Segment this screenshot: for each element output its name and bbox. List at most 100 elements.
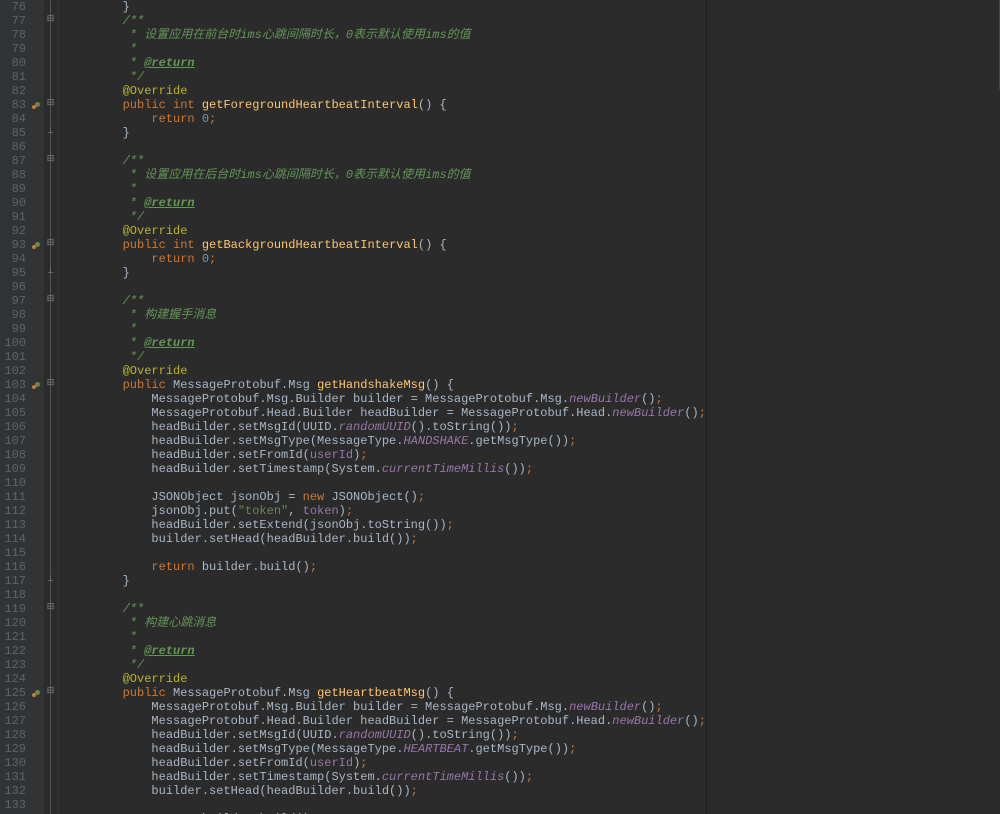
line-number[interactable]: 101	[0, 350, 26, 364]
code-line[interactable]: /**	[65, 14, 706, 28]
code-line[interactable]: */	[65, 210, 706, 224]
line-number[interactable]: 91	[0, 210, 26, 224]
code-line[interactable]: *	[65, 42, 706, 56]
line-number[interactable]: 105	[0, 406, 26, 420]
code-editor[interactable]: 7677787980818283848586878889909192939495…	[0, 0, 1000, 814]
code-line[interactable]: @Override	[65, 84, 706, 98]
line-number[interactable]: 121	[0, 630, 26, 644]
fold-collapse-icon[interactable]	[45, 295, 56, 306]
fold-collapse-icon[interactable]	[45, 99, 56, 110]
code-line[interactable]: return builder.build();	[65, 560, 706, 574]
line-number[interactable]: 110	[0, 476, 26, 490]
line-number[interactable]: 89	[0, 182, 26, 196]
line-number[interactable]: 80	[0, 56, 26, 70]
code-line[interactable]: *	[65, 322, 706, 336]
line-number[interactable]: 98	[0, 308, 26, 322]
code-line[interactable]: public int getForegroundHeartbeatInterva…	[65, 98, 706, 112]
line-number[interactable]: 102	[0, 364, 26, 378]
code-line[interactable]	[65, 588, 706, 602]
line-number[interactable]: 81	[0, 70, 26, 84]
line-number[interactable]: 99	[0, 322, 26, 336]
code-line[interactable]: /**	[65, 602, 706, 616]
code-line[interactable]: * @return	[65, 336, 706, 350]
line-number[interactable]: 119	[0, 602, 26, 616]
line-number[interactable]: 130	[0, 756, 26, 770]
code-line[interactable]: */	[65, 350, 706, 364]
code-line[interactable]: MessageProtobuf.Msg.Builder builder = Me…	[65, 700, 706, 714]
code-line[interactable]: */	[65, 70, 706, 84]
line-number[interactable]: 88	[0, 168, 26, 182]
code-line[interactable]: }	[65, 266, 706, 280]
fold-collapse-icon[interactable]	[45, 155, 56, 166]
fold-end-icon[interactable]	[45, 575, 56, 586]
code-line[interactable]: * 设置应用在后台时ims心跳间隔时长，0表示默认使用ims的值	[65, 168, 706, 182]
line-number[interactable]: 90	[0, 196, 26, 210]
line-number[interactable]: 115	[0, 546, 26, 560]
code-line[interactable]: public MessageProtobuf.Msg getHeartbeatM…	[65, 686, 706, 700]
line-number[interactable]: 93	[0, 238, 26, 252]
code-line[interactable]: * @return	[65, 196, 706, 210]
code-line[interactable]: return 0;	[65, 252, 706, 266]
gutter-marker-column[interactable]	[30, 0, 44, 814]
line-number[interactable]: 104	[0, 392, 26, 406]
code-line[interactable]: jsonObj.put("token", token);	[65, 504, 706, 518]
line-number[interactable]: 116	[0, 560, 26, 574]
code-line[interactable]: headBuilder.setTimestamp(System.currentT…	[65, 770, 706, 784]
line-number[interactable]: 96	[0, 280, 26, 294]
override-gutter-icon[interactable]	[32, 380, 42, 390]
line-number[interactable]: 87	[0, 154, 26, 168]
line-number[interactable]: 113	[0, 518, 26, 532]
line-number[interactable]: 82	[0, 84, 26, 98]
line-number[interactable]: 122	[0, 644, 26, 658]
fold-column[interactable]	[44, 0, 59, 814]
code-line[interactable]	[65, 280, 706, 294]
code-line[interactable]: *	[65, 182, 706, 196]
line-number[interactable]: 78	[0, 28, 26, 42]
code-line[interactable]: JSONObject jsonObj = new JSONObject();	[65, 490, 706, 504]
override-gutter-icon[interactable]	[32, 688, 42, 698]
code-line[interactable]: /**	[65, 154, 706, 168]
line-number[interactable]: 117	[0, 574, 26, 588]
line-number[interactable]: 127	[0, 714, 26, 728]
code-line[interactable]: MessageProtobuf.Msg.Builder builder = Me…	[65, 392, 706, 406]
code-line[interactable]: * 构建握手消息	[65, 308, 706, 322]
line-number[interactable]: 76	[0, 0, 26, 14]
code-line[interactable]	[65, 798, 706, 812]
line-number[interactable]: 107	[0, 434, 26, 448]
code-line[interactable]: MessageProtobuf.Head.Builder headBuilder…	[65, 406, 706, 420]
code-line[interactable]: @Override	[65, 364, 706, 378]
code-line[interactable]: builder.setHead(headBuilder.build());	[65, 784, 706, 798]
line-number[interactable]: 123	[0, 658, 26, 672]
code-area[interactable]: } /** * 设置应用在前台时ims心跳间隔时长，0表示默认使用ims的值 *…	[59, 0, 706, 814]
line-number[interactable]: 97	[0, 294, 26, 308]
code-line[interactable]: headBuilder.setMsgId(UUID.randomUUID().t…	[65, 728, 706, 742]
fold-collapse-icon[interactable]	[45, 687, 56, 698]
fold-collapse-icon[interactable]	[45, 239, 56, 250]
fold-end-icon[interactable]	[45, 267, 56, 278]
code-line[interactable]	[65, 140, 706, 154]
line-number[interactable]: 85	[0, 126, 26, 140]
fold-collapse-icon[interactable]	[45, 379, 56, 390]
code-line[interactable]: }	[65, 0, 706, 14]
code-line[interactable]: /**	[65, 294, 706, 308]
code-line[interactable]: * 设置应用在前台时ims心跳间隔时长，0表示默认使用ims的值	[65, 28, 706, 42]
line-number[interactable]: 108	[0, 448, 26, 462]
line-number[interactable]: 124	[0, 672, 26, 686]
line-number[interactable]: 79	[0, 42, 26, 56]
line-number[interactable]: 100	[0, 336, 26, 350]
line-number[interactable]: 103	[0, 378, 26, 392]
code-line[interactable]	[65, 476, 706, 490]
line-number[interactable]: 126	[0, 700, 26, 714]
fold-end-icon[interactable]	[45, 127, 56, 138]
code-line[interactable]: }	[65, 126, 706, 140]
code-line[interactable]: * 构建心跳消息	[65, 616, 706, 630]
line-number[interactable]: 95	[0, 266, 26, 280]
code-line[interactable]: return 0;	[65, 112, 706, 126]
code-line[interactable]: public MessageProtobuf.Msg getHandshakeM…	[65, 378, 706, 392]
code-line[interactable]: */	[65, 658, 706, 672]
override-gutter-icon[interactable]	[32, 100, 42, 110]
fold-collapse-icon[interactable]	[45, 603, 56, 614]
line-number[interactable]: 92	[0, 224, 26, 238]
line-number[interactable]: 109	[0, 462, 26, 476]
code-line[interactable]: headBuilder.setFromId(userId);	[65, 756, 706, 770]
